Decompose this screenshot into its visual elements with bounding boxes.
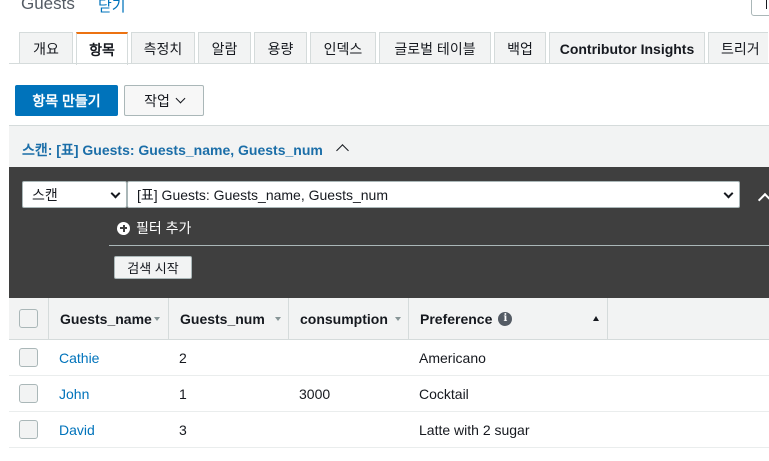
tab-contributor-insights[interactable]: Contributor Insights <box>549 32 705 64</box>
sort-icon <box>275 317 281 321</box>
info-icon[interactable]: i <box>498 312 513 326</box>
top-right-button[interactable] <box>751 0 769 16</box>
column-header-preference[interactable]: Preference i <box>409 298 608 340</box>
tabs-divider <box>9 63 769 64</box>
tab-overview[interactable]: 개요 <box>19 32 73 64</box>
page-title: Guests <box>21 0 75 13</box>
tab-indexes[interactable]: 인덱스 <box>310 32 376 64</box>
sort-ascending-icon <box>593 316 599 321</box>
create-item-button[interactable]: 항목 만들기 <box>15 85 118 116</box>
scan-title[interactable]: 스캔: [표] Guests: Guests_name, Guests_num <box>22 140 323 160</box>
cell-guests-num: 2 <box>179 350 187 366</box>
tab-bar: 개요 항목 측정치 알람 용량 인덱스 글로벌 테이블 백업 Contribut… <box>19 32 769 65</box>
cell-preference: Cocktail <box>419 386 469 402</box>
close-link[interactable]: 닫기 <box>98 0 126 16</box>
column-header-guests-name[interactable]: Guests_name <box>49 298 169 340</box>
tab-alarms[interactable]: 알람 <box>198 32 251 64</box>
cell-consumption: 3000 <box>299 386 331 402</box>
select-all-cell <box>9 298 49 340</box>
column-header-consumption[interactable]: consumption <box>289 298 409 340</box>
table-row: David 3 Latte with 2 sugar <box>9 412 769 448</box>
tab-items[interactable]: 항목 <box>76 32 128 65</box>
sort-icon <box>154 317 160 321</box>
tab-capacity[interactable]: 용량 <box>254 32 307 64</box>
table-row: John 1 3000 Cocktail <box>9 376 769 412</box>
tab-triggers[interactable]: 트리거 <box>708 32 768 64</box>
cell-guests-num: 3 <box>179 422 187 438</box>
cell-preference: Latte with 2 sugar <box>419 422 530 438</box>
row-checkbox[interactable] <box>19 384 38 403</box>
start-search-button[interactable]: 검색 시작 <box>114 256 192 279</box>
tab-metrics[interactable]: 측정치 <box>131 32 195 64</box>
page-header: Guests 닫기 <box>0 0 769 18</box>
table-header: Guests_name Guests_num consumption Prefe… <box>9 298 769 340</box>
row-checkbox[interactable] <box>19 348 38 367</box>
chevron-down-icon <box>175 93 186 104</box>
collapse-panel-icon[interactable] <box>757 192 769 208</box>
cell-guests-name[interactable]: Cathie <box>59 350 99 366</box>
tab-backups[interactable]: 백업 <box>494 32 546 64</box>
cell-guests-num: 1 <box>179 386 187 402</box>
cell-guests-name[interactable]: John <box>59 386 89 402</box>
scan-section-header: 스캔: [표] Guests: Guests_name, Guests_num <box>9 125 769 167</box>
row-checkbox[interactable] <box>19 420 38 439</box>
sort-icon <box>395 317 401 321</box>
chevron-down-icon <box>110 188 121 199</box>
cell-guests-name[interactable]: David <box>59 422 95 438</box>
chevron-down-icon <box>723 188 734 199</box>
actions-menu-button[interactable]: 작업 <box>124 85 204 116</box>
select-all-checkbox[interactable] <box>19 309 38 328</box>
tab-global-tables[interactable]: 글로벌 테이블 <box>379 32 491 64</box>
filter-panel: 스캔 [표] Guests: Guests_name, Guests_num 필… <box>9 167 769 298</box>
scan-mode-select[interactable]: 스캔 <box>22 181 127 208</box>
plus-circle-icon <box>117 221 130 235</box>
panel-divider <box>109 245 769 246</box>
table-row: Cathie 2 Americano <box>9 340 769 376</box>
chevron-up-icon[interactable] <box>336 144 349 157</box>
cell-preference: Americano <box>419 350 486 366</box>
column-header-guests-num[interactable]: Guests_num <box>169 298 289 340</box>
add-filter-button[interactable]: 필터 추가 <box>117 218 191 238</box>
index-select[interactable]: [표] Guests: Guests_name, Guests_num <box>127 181 740 208</box>
